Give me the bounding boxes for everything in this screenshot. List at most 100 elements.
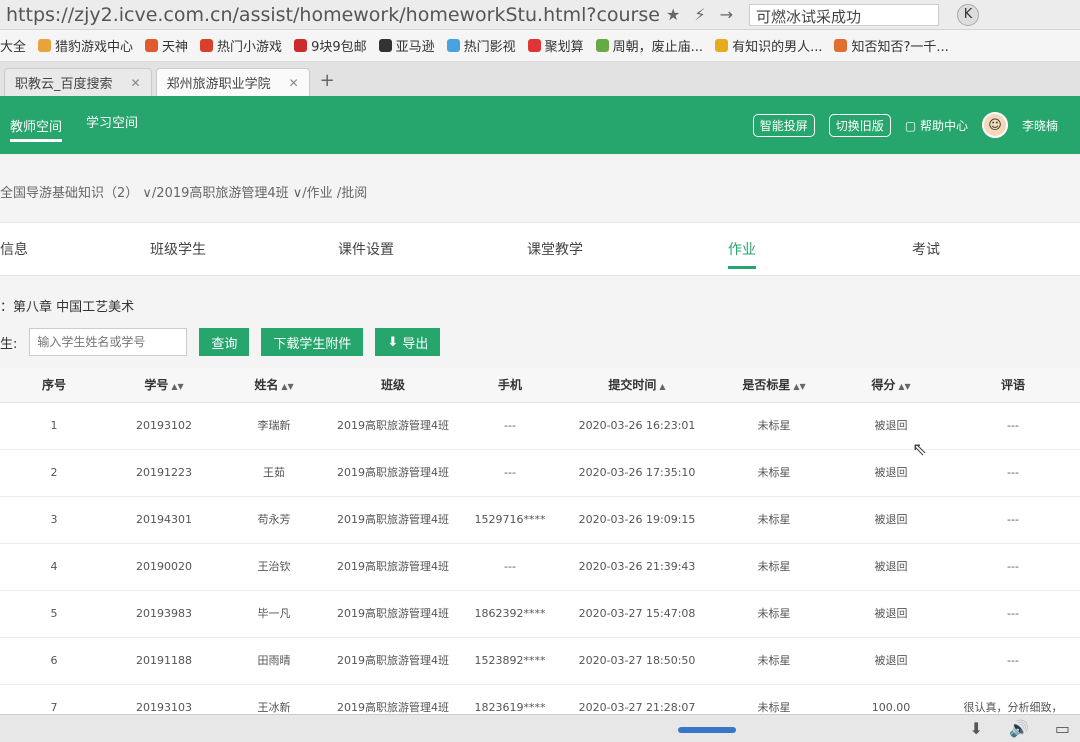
export-button[interactable]: ⬇ 导出	[375, 328, 441, 356]
smart-cast-button[interactable]: 智能投屏	[752, 113, 815, 137]
cell-index: 6	[0, 637, 108, 685]
bookmark-item[interactable]: 天神	[145, 36, 188, 55]
course-subtabs: 信息 班级学生 课件设置 课堂教学 作业 考试	[0, 222, 1080, 276]
nav-teacher-space[interactable]: 教师空间	[10, 116, 63, 142]
col-index: 序号	[0, 368, 108, 403]
sort-up-icon[interactable]: ▲	[659, 382, 665, 391]
bookmark-label: 9块9包邮	[311, 40, 367, 55]
sort-icon[interactable]: ▲▼	[898, 382, 910, 391]
table-row[interactable]: 3 20194301 苟永芳 2019高职旅游管理4班 1529716**** 2020-…	[0, 496, 1080, 544]
cell-starred: 未标星	[712, 449, 836, 497]
address-bar[interactable]: https://zjy2.icve.com.cn/assist/homework…	[0, 4, 660, 26]
nav-study-space[interactable]: 学习空间	[86, 112, 138, 142]
cell-score[interactable]: 被退回	[836, 449, 946, 497]
browser-actions: ★ ⚡ →	[666, 5, 733, 24]
bookmark-label: 猎豹游戏中心	[55, 40, 134, 55]
tab-homework[interactable]: 作业	[728, 239, 756, 269]
cell-student-id: 20190020	[108, 543, 220, 591]
col-comment: 评语	[946, 368, 1080, 403]
tab-school[interactable]: 郑州旅游职业学院 ✕	[155, 68, 310, 96]
col-name[interactable]: 姓名 ▲▼	[220, 368, 328, 403]
user-avatar[interactable]: ☺	[981, 112, 1008, 138]
cell-class: 2019高职旅游管理4班	[328, 449, 458, 497]
table-row[interactable]: 5 20193983 毕一凡 2019高职旅游管理4班 1862392**** 2020-…	[0, 590, 1080, 638]
tab-class-students[interactable]: 班级学生	[150, 239, 206, 259]
cell-score[interactable]: 被退回	[836, 590, 946, 638]
tab-baidu[interactable]: 职教云_百度搜索 ✕	[4, 68, 152, 96]
switch-old-version-button[interactable]: 切换旧版	[828, 113, 891, 137]
tab-classroom[interactable]: 课堂教学	[527, 239, 583, 259]
new-tab-button[interactable]: +	[310, 70, 345, 96]
cell-phone: 1862392****	[458, 590, 562, 638]
cell-starred: 未标星	[712, 543, 836, 591]
cell-starred: 未标星	[712, 402, 836, 450]
sort-icon[interactable]: ▲▼	[793, 382, 805, 391]
close-icon[interactable]: ✕	[131, 76, 141, 90]
cell-name: 毕一凡	[220, 590, 328, 638]
bookmark-label: 知否知否?一千...	[851, 40, 949, 55]
tab-courseware[interactable]: 课件设置	[338, 239, 394, 259]
cell-score[interactable]: 被退回	[836, 543, 946, 591]
col-phone: 手机	[458, 368, 562, 403]
cell-phone: ---	[458, 402, 562, 450]
site-header: 教师空间 学习空间 智能投屏 切换旧版 ▢ 帮助中心 ☺ 李晓楠	[0, 96, 1080, 154]
table-row[interactable]: 6 20191188 田雨晴 2019高职旅游管理4班 1523892**** 2020-…	[0, 637, 1080, 685]
bookmark-icon	[595, 39, 609, 52]
volume-icon[interactable]: 🔊	[1009, 719, 1029, 738]
col-student-id[interactable]: 学号 ▲▼	[108, 368, 220, 403]
cell-index: 3	[0, 496, 108, 544]
star-icon[interactable]: ★	[666, 5, 680, 24]
col-label: 学号	[144, 378, 169, 393]
bookmark-icon	[378, 39, 392, 52]
cell-student-id: 20193102	[108, 402, 220, 450]
cell-class: 2019高职旅游管理4班	[328, 590, 458, 638]
tab-exam[interactable]: 考试	[912, 239, 940, 259]
bookmark-icon	[715, 39, 729, 52]
profile-avatar[interactable]: K	[956, 3, 979, 26]
bookmark-label: 大全	[0, 40, 27, 55]
query-button[interactable]: 查询	[199, 328, 250, 356]
col-submit-time[interactable]: 提交时间 ▲	[562, 368, 712, 403]
help-center-link[interactable]: ▢ 帮助中心	[905, 117, 968, 134]
browser-tabs: 职教云_百度搜索 ✕ 郑州旅游职业学院 ✕ +	[0, 62, 1080, 96]
bookmark-item[interactable]: 周朝，废止庙...	[595, 36, 703, 55]
scroll-slider[interactable]	[678, 727, 736, 733]
cell-name: 王茹	[220, 449, 328, 497]
student-search-input[interactable]	[29, 328, 188, 356]
bookmark-item[interactable]: 有知识的男人...	[715, 36, 822, 55]
user-name[interactable]: 李晓楠	[1022, 117, 1058, 134]
download-tray-icon[interactable]: ⬇	[970, 719, 983, 738]
cell-comment: ---	[946, 449, 1080, 497]
bookmark-item[interactable]: 聚划算	[527, 36, 584, 55]
bookmark-item[interactable]: 知否知否?一千...	[834, 36, 949, 55]
cell-name: 王治钦	[220, 543, 328, 591]
lightning-icon[interactable]: ⚡	[694, 5, 705, 24]
browser-search-input[interactable]: 可燃冰试采成功	[748, 3, 939, 26]
bookmark-item[interactable]: 猎豹游戏中心	[38, 36, 133, 55]
download-attachments-button[interactable]: 下载学生附件	[261, 328, 364, 356]
table-header: 序号 学号 ▲▼ 姓名 ▲▼ 班级 手机 提交时间 ▲ 是否标星 ▲▼ 得分 ▲▼ 评语	[0, 368, 1080, 403]
cell-score[interactable]: 被退回	[836, 402, 946, 450]
col-score[interactable]: 得分 ▲▼	[836, 368, 946, 403]
export-label: 导出	[402, 335, 429, 351]
cell-score[interactable]: 被退回	[836, 637, 946, 685]
bookmark-item[interactable]: 亚马逊	[378, 36, 435, 55]
bookmark-item[interactable]: 热门小游戏	[200, 36, 282, 55]
close-icon[interactable]: ✕	[289, 76, 299, 90]
table-row[interactable]: 4 20190020 王治钦 2019高职旅游管理4班 --- 2020-03-26 21…	[0, 543, 1080, 591]
bookmark-item[interactable]: 大全	[0, 36, 26, 55]
forward-icon[interactable]: →	[720, 5, 733, 24]
bookmark-item[interactable]: 9块9包邮	[294, 36, 367, 55]
tab-info[interactable]: 信息	[0, 239, 28, 259]
cell-student-id: 20194301	[108, 496, 220, 544]
bookmark-item[interactable]: 热门影视	[446, 36, 516, 55]
sort-icon[interactable]: ▲▼	[171, 382, 183, 391]
sort-icon[interactable]: ▲▼	[281, 382, 293, 391]
col-starred[interactable]: 是否标星 ▲▼	[712, 368, 836, 403]
window-icon[interactable]: ▭	[1055, 719, 1070, 738]
taskbar: ⬇ 🔊 ▭	[0, 714, 1080, 742]
cell-submit-time: 2020-03-26 17:35:10	[562, 449, 712, 497]
cell-score[interactable]: 被退回	[836, 496, 946, 544]
cell-submit-time: 2020-03-27 15:47:08	[562, 590, 712, 638]
cell-class: 2019高职旅游管理4班	[328, 637, 458, 685]
